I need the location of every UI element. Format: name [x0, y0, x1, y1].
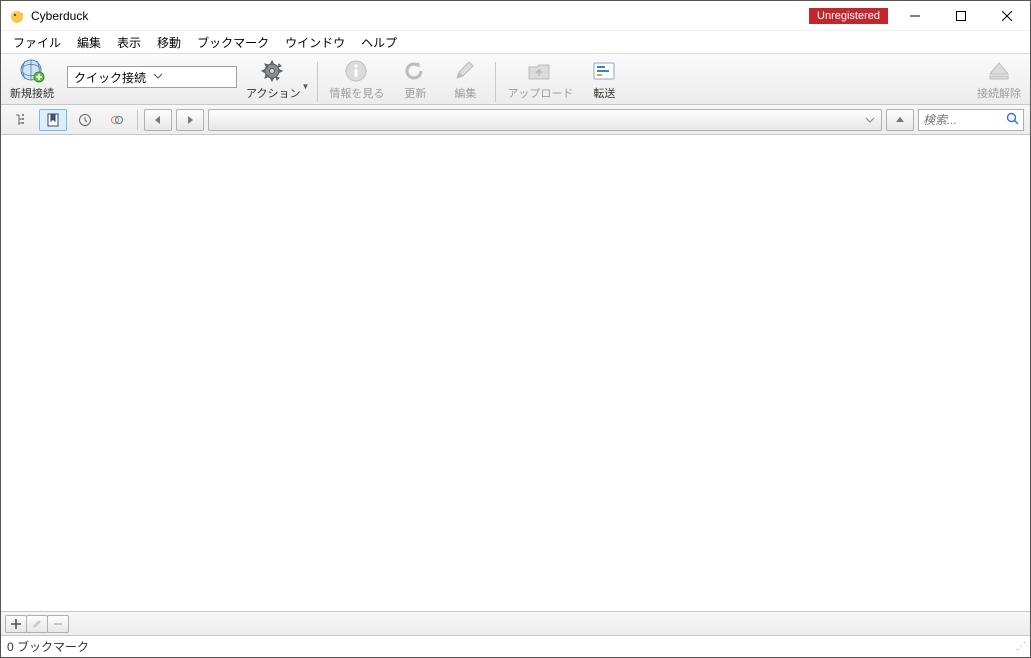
- disconnect-button[interactable]: 接続解除: [974, 56, 1024, 102]
- add-bookmark-button[interactable]: [5, 615, 27, 633]
- search-box[interactable]: [918, 109, 1024, 131]
- transfers-label: 転送: [593, 85, 615, 101]
- up-button[interactable]: [886, 109, 914, 131]
- new-connection-button[interactable]: 新規接続: [7, 56, 57, 102]
- back-button[interactable]: [144, 109, 172, 131]
- refresh-label: 更新: [404, 85, 426, 101]
- menu-go[interactable]: 移動: [149, 32, 189, 53]
- pencil-icon: [31, 618, 43, 630]
- upload-folder-icon: [526, 58, 554, 84]
- refresh-icon: [401, 58, 429, 84]
- remove-bookmark-button[interactable]: [47, 615, 69, 633]
- search-input[interactable]: [923, 113, 1006, 127]
- triangle-left-icon: [151, 113, 165, 127]
- toolbar: 新規接続 クイック接続 アクション ▼ 情報を見る 更新 編集: [1, 53, 1030, 105]
- disconnect-label: 接続解除: [977, 85, 1021, 101]
- minus-icon: [52, 618, 64, 630]
- menu-window[interactable]: ウインドウ: [277, 32, 353, 53]
- window-controls: [892, 1, 1030, 31]
- path-combo[interactable]: [208, 109, 882, 131]
- clock-icon: [78, 113, 92, 127]
- gear-icon: [259, 58, 287, 84]
- eject-icon: [985, 58, 1013, 84]
- edit-label: 編集: [454, 85, 476, 101]
- close-button[interactable]: [984, 1, 1030, 31]
- get-info-button[interactable]: 情報を見る: [326, 56, 387, 102]
- menu-bookmark[interactable]: ブックマーク: [189, 32, 277, 53]
- edit-bookmark-button[interactable]: [26, 615, 48, 633]
- status-bar: 0 ブックマーク ⋰: [1, 635, 1030, 657]
- plus-icon: [10, 618, 22, 630]
- chevron-down-icon: [865, 115, 875, 125]
- nav-separator: [137, 110, 138, 130]
- upload-label: アップロード: [507, 85, 573, 101]
- bookmark-toolbar: [1, 611, 1030, 635]
- quick-connect-combo[interactable]: クイック接続: [67, 66, 237, 88]
- action-label: アクション: [246, 85, 300, 101]
- upload-button[interactable]: アップロード: [504, 56, 576, 102]
- triangle-up-icon: [893, 113, 907, 127]
- triangle-right-icon: [183, 113, 197, 127]
- view-outline-button[interactable]: [7, 109, 35, 131]
- bonjour-icon: [110, 113, 124, 127]
- toolbar-separator: [317, 62, 318, 102]
- title-bar: Cyberduck Unregistered: [1, 1, 1030, 31]
- menu-view[interactable]: 表示: [109, 32, 149, 53]
- transfers-button[interactable]: 転送: [582, 56, 626, 102]
- menu-file[interactable]: ファイル: [5, 32, 69, 53]
- transfers-icon: [590, 58, 618, 84]
- bookmark-icon: [46, 113, 60, 127]
- dropdown-indicator-icon: ▼: [301, 82, 309, 91]
- tree-icon: [14, 113, 28, 127]
- menu-bar: ファイル 編集 表示 移動 ブックマーク ウインドウ ヘルプ: [1, 31, 1030, 53]
- pencil-icon: [451, 58, 479, 84]
- action-button[interactable]: アクション: [243, 56, 303, 102]
- toolbar-separator: [495, 62, 496, 102]
- quick-connect-label: クイック接続: [74, 69, 153, 86]
- search-icon: [1006, 112, 1019, 128]
- globe-plus-icon: [18, 58, 46, 84]
- view-history-button[interactable]: [71, 109, 99, 131]
- refresh-button[interactable]: 更新: [393, 56, 437, 102]
- get-info-label: 情報を見る: [329, 85, 384, 101]
- window-title: Cyberduck: [31, 9, 88, 23]
- menu-help[interactable]: ヘルプ: [353, 32, 405, 53]
- edit-button[interactable]: 編集: [443, 56, 487, 102]
- app-icon: [9, 8, 25, 24]
- view-bookmarks-button[interactable]: [39, 109, 67, 131]
- info-icon: [343, 58, 371, 84]
- view-bonjour-button[interactable]: [103, 109, 131, 131]
- unregistered-badge[interactable]: Unregistered: [809, 8, 888, 24]
- minimize-button[interactable]: [892, 1, 938, 31]
- menu-edit[interactable]: 編集: [69, 32, 109, 53]
- browser-area[interactable]: [1, 135, 1030, 611]
- navigation-bar: [1, 105, 1030, 135]
- maximize-button[interactable]: [938, 1, 984, 31]
- forward-button[interactable]: [176, 109, 204, 131]
- status-text: 0 ブックマーク: [7, 638, 89, 655]
- chevron-down-icon: [153, 70, 232, 84]
- resize-grip[interactable]: ⋰: [1016, 641, 1024, 652]
- new-connection-label: 新規接続: [10, 85, 54, 101]
